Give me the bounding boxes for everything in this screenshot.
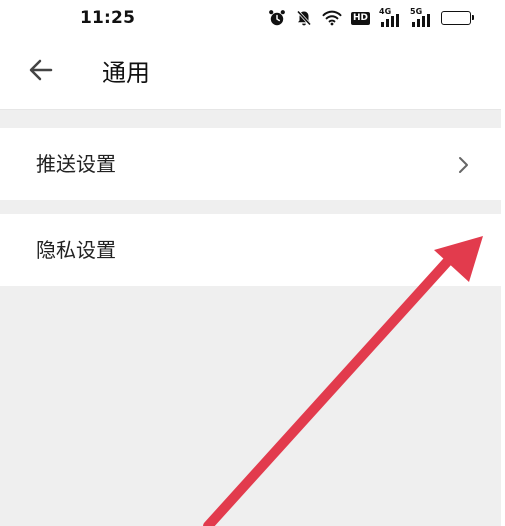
hd-icon: HD <box>351 11 371 25</box>
wifi-icon <box>322 10 342 26</box>
battery-tip <box>472 15 475 20</box>
right-edge <box>501 0 505 526</box>
page-header: 通用 <box>0 38 501 110</box>
annotation-arrow-shaft <box>203 257 452 526</box>
status-time: 11:25 <box>80 8 136 28</box>
settings-item-privacy[interactable]: 隐私设置 <box>0 214 501 286</box>
settings-item-label: 推送设置 <box>36 152 116 176</box>
page-title: 通用 <box>102 59 150 87</box>
back-button[interactable] <box>24 55 58 89</box>
settings-item-label: 隐私设置 <box>36 238 116 262</box>
signal-4g-icon: 4G <box>379 8 401 28</box>
mute-icon <box>295 9 313 27</box>
settings-item-push[interactable]: 推送设置 <box>0 128 501 200</box>
chevron-right-icon <box>452 154 474 180</box>
arrow-left-icon <box>27 56 55 88</box>
signal-5g-icon: 5G <box>410 8 432 28</box>
settings-screen: 11:25 HD 4G 5G 通用 推送设置 隐私设置 <box>0 0 501 526</box>
battery-icon <box>441 11 475 25</box>
chevron-right-icon <box>452 240 474 266</box>
status-bar: 11:25 HD 4G 5G <box>0 0 501 38</box>
alarm-icon <box>268 9 286 27</box>
status-icons: HD 4G 5G <box>268 6 475 30</box>
